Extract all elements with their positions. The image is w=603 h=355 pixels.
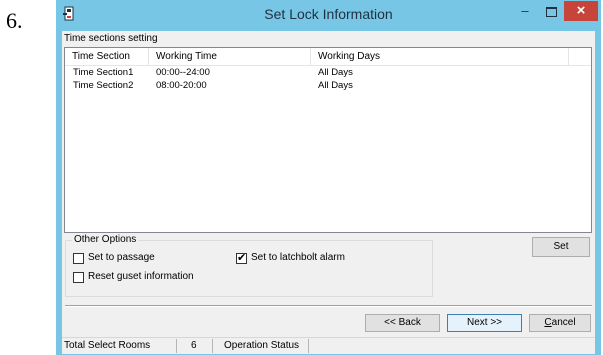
column-header-working-time[interactable]: Working Time — [149, 48, 311, 65]
cancel-label: ancel — [551, 317, 576, 328]
table-row[interactable]: Time Section2 08:00-20:00 All Days — [65, 79, 591, 92]
set-to-passage-label[interactable]: Set to passage — [88, 252, 155, 263]
divider — [65, 305, 592, 307]
minimize-button[interactable]: – — [515, 4, 535, 22]
cell-time-section: Time Section2 — [73, 80, 134, 91]
set-to-passage-checkbox[interactable] — [73, 253, 84, 264]
cell-working-days: All Days — [318, 67, 353, 78]
status-bar: Total Select Rooms 6 Operation Status — [62, 337, 595, 354]
time-sections-list[interactable]: Time Section Working Time Working Days T… — [64, 47, 592, 233]
status-divider — [308, 339, 309, 353]
column-header-working-days[interactable]: Working Days — [311, 48, 569, 65]
table-row[interactable]: Time Section1 00:00--24:00 All Days — [65, 66, 591, 79]
set-button[interactable]: Set — [532, 237, 590, 257]
time-sections-label: Time sections setting — [64, 33, 158, 44]
total-select-rooms-count: 6 — [191, 340, 197, 351]
set-to-latchbolt-alarm-label[interactable]: Set to latchbolt alarm — [251, 252, 345, 263]
close-button[interactable]: × — [564, 1, 598, 21]
reset-guest-information-label[interactable]: Reset guset information — [88, 271, 194, 282]
back-button[interactable]: << Back — [365, 314, 440, 332]
dialog-body: Time sections setting Time Section Worki… — [62, 31, 595, 354]
other-options-group: Other Options Set to passage Set to latc… — [65, 234, 433, 297]
step-number: 6. — [6, 8, 23, 33]
other-options-title: Other Options — [72, 234, 139, 245]
cell-working-days: All Days — [318, 80, 353, 91]
operation-status-label: Operation Status — [224, 340, 300, 351]
status-divider — [176, 339, 177, 353]
total-select-rooms-label: Total Select Rooms — [64, 340, 151, 351]
column-header-filler — [569, 48, 591, 65]
next-button[interactable]: Next >> — [447, 314, 522, 332]
cancel-accelerator: C — [544, 317, 552, 328]
cancel-button[interactable]: Cancel — [529, 314, 591, 332]
title-bar[interactable]: Set Lock Information – × — [56, 0, 601, 28]
status-divider — [212, 339, 213, 353]
column-header-time-section[interactable]: Time Section — [65, 48, 149, 65]
reset-guest-information-checkbox[interactable] — [73, 272, 84, 283]
maximize-button[interactable] — [541, 4, 561, 22]
cell-time-section: Time Section1 — [73, 67, 134, 78]
set-lock-information-window: Set Lock Information – × Time sections s… — [56, 0, 601, 355]
cell-working-time: 08:00-20:00 — [156, 80, 207, 91]
set-to-latchbolt-alarm-checkbox[interactable] — [236, 251, 247, 264]
list-header: Time Section Working Time Working Days — [65, 48, 591, 66]
cell-working-time: 00:00--24:00 — [156, 67, 210, 78]
